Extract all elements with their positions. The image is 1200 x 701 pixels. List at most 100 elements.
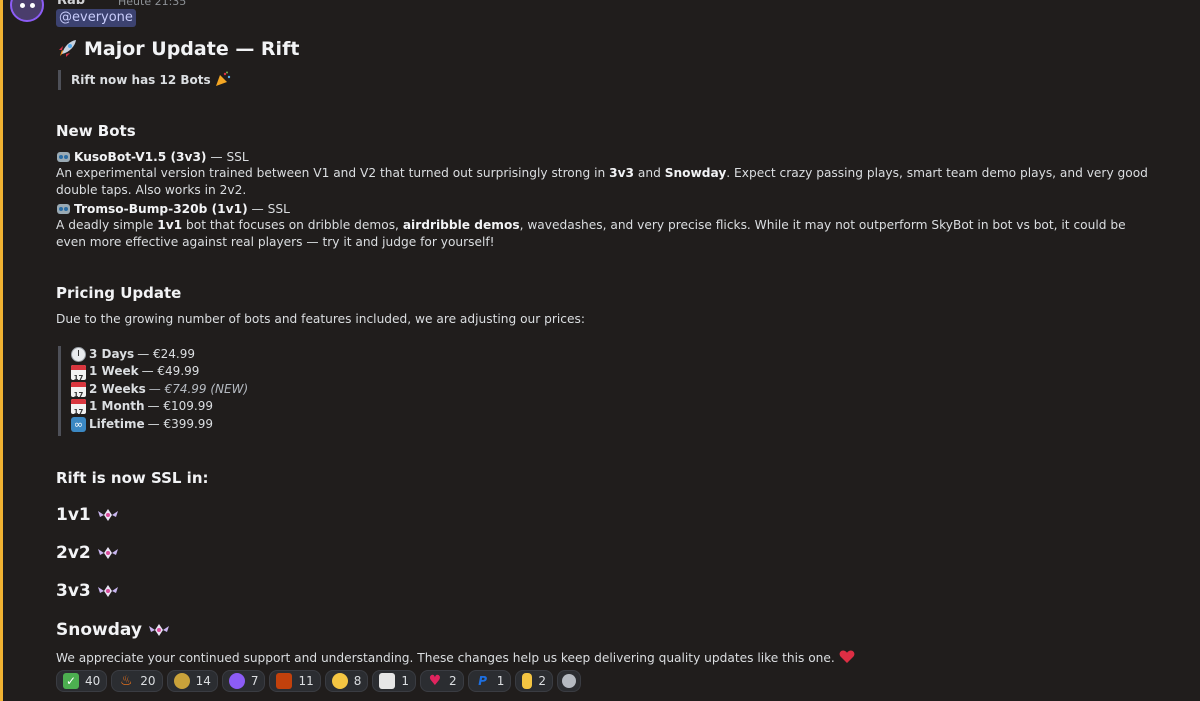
reaction-heart[interactable]: ♥ 2 xyxy=(420,670,464,692)
reaction-count: 1 xyxy=(496,674,505,688)
chat-emote-icon xyxy=(276,673,293,689)
reaction-count: 2 xyxy=(449,674,457,688)
mode-label: Snowday xyxy=(56,620,142,640)
plan-label: 1 Month xyxy=(89,399,145,414)
bot-1-title: KusoBot-V1.5 (3v3) — SSL xyxy=(56,149,249,166)
pricing-intro: Due to the growing number of bots and fe… xyxy=(56,312,585,326)
calendar-icon: 17 xyxy=(71,399,86,415)
reaction-count: 40 xyxy=(85,674,101,688)
price-row-1-month: 17 1 Month — €109.99 xyxy=(71,398,248,415)
text-run: and xyxy=(634,166,665,180)
plan-label: Lifetime xyxy=(89,416,145,431)
calendar-day: 17 xyxy=(73,408,84,415)
smiley-icon xyxy=(561,674,576,688)
ssl-rank-icon xyxy=(97,585,118,597)
calendar-day: 17 xyxy=(73,373,84,380)
everyone-mention[interactable]: @everyone xyxy=(56,9,136,27)
reaction-purple-emote[interactable]: 7 xyxy=(221,670,266,692)
purple-emote-icon xyxy=(228,673,245,689)
bot-2-title: Tromso-Bump-320b (1v1) — SSL xyxy=(56,201,290,218)
coin-face-icon xyxy=(173,673,190,689)
bot-1-name: KusoBot-V1.5 (3v3) xyxy=(74,150,207,164)
closing-message: We appreciate your continued support and… xyxy=(56,651,835,665)
reaction-coin-face[interactable]: 14 xyxy=(166,670,218,692)
ssl-mode-2v2: 2v2 xyxy=(56,543,119,563)
reaction-count: 2 xyxy=(538,674,546,688)
price-row-2-weeks: 17 2 Weeks — €74.99 (NEW) xyxy=(71,381,248,398)
ssl-mode-1v1: 1v1 xyxy=(56,505,119,525)
mode-label: 1v1 xyxy=(56,505,91,525)
plan-price: — €399.99 xyxy=(147,416,214,431)
heart-icon xyxy=(839,650,855,663)
author-name[interactable]: Rab xyxy=(57,0,85,8)
plan-price: — €74.99 xyxy=(148,381,207,396)
reaction-finger[interactable]: 2 xyxy=(515,670,553,692)
price-row-1-week: 17 1 Week — €49.99 xyxy=(71,363,248,380)
timestamp: Heute 21:35 xyxy=(118,0,187,8)
plan-label: 2 Weeks xyxy=(89,381,146,396)
plan-label: 1 Week xyxy=(89,364,139,379)
text-run: An experimental version trained between … xyxy=(56,166,610,180)
reaction-crying-face[interactable]: 8 xyxy=(324,670,369,692)
plan-price: — €109.99 xyxy=(147,399,213,414)
reaction-count: 11 xyxy=(298,674,314,688)
heart-icon: ♥ xyxy=(428,673,442,689)
tv-emote-icon xyxy=(379,673,396,689)
finger-icon xyxy=(522,673,533,689)
subtitle-quote: Rift now has 12 Bots xyxy=(58,70,231,90)
clock-icon xyxy=(71,347,86,363)
party-popper-icon xyxy=(215,71,231,86)
plan-note: (NEW) xyxy=(206,381,249,396)
mode-label: 2v2 xyxy=(56,543,91,563)
bold-run: Snowday xyxy=(664,166,727,180)
bot-2-name: Tromso-Bump-320b (1v1) xyxy=(74,202,248,216)
pricing-list: 3 Days — €24.99 17 1 Week — €49.99 17 2 … xyxy=(58,346,248,436)
ssl-mode-3v3: 3v3 xyxy=(56,581,119,601)
ssl-rank-icon xyxy=(97,509,118,521)
infinity-icon: ∞ xyxy=(71,416,86,432)
text-run: A deadly simple xyxy=(56,218,158,232)
price-row-lifetime: ∞ Lifetime — €399.99 xyxy=(71,416,248,433)
bold-run: 3v3 xyxy=(609,166,634,180)
pricing-heading: Pricing Update xyxy=(56,284,182,302)
calendar-icon: 17 xyxy=(71,382,86,398)
reactions-bar: ✓ 40 ♨ 20 14 7 11 8 1 ♥ 2 P1 2 xyxy=(56,670,581,692)
title-heading: Major Update — Rift xyxy=(56,38,299,60)
text-run: bot that focuses on dribble demos, xyxy=(182,218,403,232)
reaction-check[interactable]: ✓ 40 xyxy=(56,670,108,692)
subtitle-text: Rift now has 12 Bots xyxy=(71,73,211,87)
reaction-chat-emote[interactable]: 11 xyxy=(269,670,321,692)
robot-icon xyxy=(57,204,70,214)
plan-price: — €24.99 xyxy=(137,347,195,361)
new-bots-heading: New Bots xyxy=(56,122,136,140)
ssl-heading: Rift is now SSL in: xyxy=(56,469,209,487)
bot-1-rank: — SSL xyxy=(206,150,249,164)
robot-icon xyxy=(57,152,70,162)
fire-icon: ♨ xyxy=(120,673,133,689)
bot-2-description: A deadly simple 1v1 bot that focuses on … xyxy=(56,217,1146,251)
price-row-3-days: 3 Days — €24.99 xyxy=(71,346,248,363)
bot-1-description: An experimental version trained between … xyxy=(56,165,1176,199)
bold-run: 1v1 xyxy=(157,218,183,232)
avatar[interactable] xyxy=(10,0,44,22)
title-text: Major Update — Rift xyxy=(84,38,300,60)
reaction-tv-emote[interactable]: 1 xyxy=(372,670,417,692)
reaction-fire[interactable]: ♨ 20 xyxy=(111,670,163,692)
plan-label: 3 Days xyxy=(89,347,135,361)
ssl-mode-snowday: Snowday xyxy=(56,620,170,640)
reaction-count: 20 xyxy=(140,674,156,688)
bot-2-rank: — SSL xyxy=(247,202,290,216)
reaction-count: 7 xyxy=(250,674,259,688)
calendar-icon: 17 xyxy=(71,364,86,380)
rocket-icon xyxy=(59,40,76,57)
reaction-count: 14 xyxy=(195,674,211,688)
plan-price: — €49.99 xyxy=(141,364,200,379)
check-icon: ✓ xyxy=(63,673,79,689)
reaction-count: 1 xyxy=(401,674,410,688)
reaction-paypal[interactable]: P1 xyxy=(467,670,512,692)
ssl-rank-icon xyxy=(148,624,169,636)
crying-face-icon xyxy=(331,673,348,689)
add-reaction-button[interactable] xyxy=(556,670,581,692)
reaction-count: 8 xyxy=(353,674,362,688)
bold-run: airdribble demos xyxy=(402,218,520,232)
